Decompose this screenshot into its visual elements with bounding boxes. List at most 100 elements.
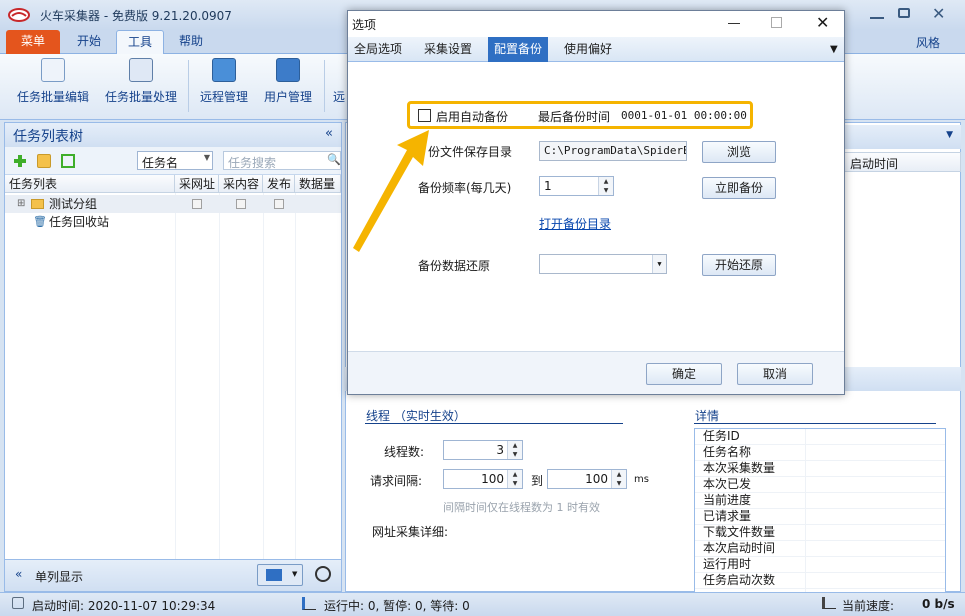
maximize-icon[interactable] bbox=[771, 17, 782, 28]
restore-icon[interactable] bbox=[898, 8, 910, 18]
browse-button[interactable]: 浏览 bbox=[702, 141, 776, 163]
list-item: 本次启动时间 bbox=[695, 541, 945, 557]
search-icon[interactable]: 🔍 bbox=[327, 153, 341, 166]
grid-line bbox=[219, 193, 220, 559]
task-grid-header: 任务列表 采网址 采内容 发布 数据量 bbox=[5, 175, 341, 193]
restore-select[interactable]: ▼ bbox=[539, 254, 667, 274]
ok-button[interactable]: 确定 bbox=[646, 363, 722, 385]
list-item: 任务启动次数 bbox=[695, 573, 945, 589]
remote-manage-button[interactable]: 远程管理 bbox=[196, 58, 252, 116]
list-item: 已请求量 bbox=[695, 509, 945, 525]
batch-edit-button[interactable]: 任务批量编辑 bbox=[14, 58, 92, 116]
details-list: 任务ID 任务名称 本次采集数量 本次已发 当前进度 已请求量 下载文件数量 本… bbox=[694, 428, 946, 593]
frequency-stepper[interactable]: 1 ▲ ▼ bbox=[539, 176, 614, 196]
section-underline bbox=[365, 423, 623, 424]
table-row[interactable]: ⊞ 测试分组 bbox=[5, 195, 341, 213]
table-row[interactable]: 🗑 任务回收站 bbox=[5, 213, 341, 231]
chevron-down-icon[interactable]: ▼ bbox=[946, 130, 953, 140]
spin-arrows-icon[interactable]: ▲ ▼ bbox=[507, 441, 522, 459]
backup-now-button[interactable]: 立即备份 bbox=[702, 177, 776, 199]
thread-count-stepper[interactable]: 3 ▲ ▼ bbox=[443, 440, 523, 460]
task-filter-value: 任务名 bbox=[142, 156, 179, 170]
dialog-title: 选项 bbox=[352, 18, 377, 32]
style-menu[interactable]: 风格 bbox=[916, 34, 940, 51]
batch-edit-icon bbox=[41, 58, 65, 82]
tree-view-button[interactable]: ▼ bbox=[257, 564, 303, 586]
publish-checkbox[interactable] bbox=[274, 199, 284, 209]
start-restore-button[interactable]: 开始还原 bbox=[702, 254, 776, 276]
tab-preferences[interactable]: 使用偏好 bbox=[558, 37, 618, 62]
tab-menu[interactable]: 菜单 bbox=[6, 30, 60, 54]
spin-arrows-icon[interactable]: ▲ ▼ bbox=[611, 470, 626, 488]
right-panel-header: ▼ bbox=[843, 125, 961, 149]
user-manage-button[interactable]: 用户管理 bbox=[260, 58, 316, 116]
tab-global-options[interactable]: 全局选项 bbox=[348, 37, 408, 62]
spin-arrows-icon[interactable]: ▲ ▼ bbox=[598, 177, 613, 195]
chevron-down-icon[interactable]: ▼ bbox=[830, 44, 838, 55]
status-bar: 启动时间: 2020-11-07 10:29:34 运行中: 0, 暂停: 0,… bbox=[0, 592, 965, 616]
bar-chart-icon bbox=[302, 597, 316, 610]
arrow-annotation-icon bbox=[353, 130, 429, 252]
grid-line bbox=[175, 193, 176, 559]
task-search-input[interactable]: 任务搜索 bbox=[223, 151, 341, 170]
details-title: 详情 bbox=[695, 409, 720, 423]
ribbon-separator bbox=[324, 60, 325, 112]
task-tree-toolbar: 任务名 ▼ 任务搜索 🔍 bbox=[5, 147, 341, 175]
interval-to-stepper[interactable]: 100 ▲ ▼ bbox=[547, 469, 627, 489]
single-column-icon[interactable]: « bbox=[15, 567, 22, 581]
col-collect-content[interactable]: 采内容 bbox=[219, 175, 263, 193]
interval-unit: ms bbox=[634, 474, 649, 485]
cancel-button[interactable]: 取消 bbox=[737, 363, 813, 385]
app-title: 火车采集器 - 免费版 9.21.20.0907 bbox=[40, 9, 232, 23]
list-item: 本次已发 bbox=[695, 477, 945, 493]
single-column-label[interactable]: 单列显示 bbox=[35, 568, 83, 585]
minimize-icon[interactable] bbox=[870, 7, 884, 19]
chevron-down-icon[interactable]: ▼ bbox=[652, 255, 666, 273]
tab-collect-settings[interactable]: 采集设置 bbox=[418, 37, 478, 62]
add-icon[interactable] bbox=[13, 154, 27, 168]
ribbon-separator bbox=[188, 60, 189, 112]
batch-process-button[interactable]: 任务批量处理 bbox=[102, 58, 180, 116]
col-start-time[interactable]: 启动时间 bbox=[843, 152, 961, 172]
interval-from-stepper[interactable]: 100 ▲ ▼ bbox=[443, 469, 523, 489]
section-underline bbox=[694, 423, 936, 424]
hierarchy-icon bbox=[266, 569, 282, 581]
tab-tools[interactable]: 工具 bbox=[116, 30, 164, 54]
close-icon[interactable]: ✕ bbox=[932, 4, 945, 23]
thread-section-title: 线程 （实时生效） bbox=[366, 409, 466, 423]
speed-icon bbox=[822, 597, 836, 609]
expand-icon[interactable] bbox=[61, 154, 75, 168]
recycle-bin-name: 任务回收站 bbox=[49, 215, 110, 229]
col-task-list[interactable]: 任务列表 bbox=[5, 175, 175, 193]
grid-line bbox=[295, 193, 296, 559]
tab-help[interactable]: 帮助 bbox=[168, 30, 214, 54]
remote-manage-label: 远程管理 bbox=[199, 90, 248, 104]
frequency-value: 1 bbox=[544, 179, 552, 193]
chevron-down-icon[interactable]: ▼ bbox=[292, 570, 297, 578]
tab-start[interactable]: 开始 bbox=[66, 30, 112, 54]
collect-url-checkbox[interactable] bbox=[192, 199, 202, 209]
tab-config-backup[interactable]: 配置备份 bbox=[488, 37, 549, 62]
folder-icon[interactable] bbox=[37, 154, 51, 168]
spin-arrows-icon[interactable]: ▲ ▼ bbox=[507, 470, 522, 488]
close-icon[interactable]: ✕ bbox=[816, 13, 829, 32]
tree-expand-icon[interactable]: ⊞ bbox=[17, 195, 25, 213]
collect-content-checkbox[interactable] bbox=[236, 199, 246, 209]
task-filter-select[interactable]: 任务名 ▼ bbox=[137, 151, 213, 170]
monitor-icon bbox=[212, 58, 236, 82]
chevron-down-icon[interactable]: ▼ bbox=[204, 153, 210, 162]
user-icon bbox=[276, 58, 300, 82]
clock-icon[interactable] bbox=[315, 566, 331, 582]
col-data-count[interactable]: 数据量 bbox=[295, 175, 341, 193]
col-publish[interactable]: 发布 bbox=[263, 175, 295, 193]
open-backup-dir-link[interactable]: 打开备份目录 bbox=[539, 215, 611, 232]
minimize-icon[interactable] bbox=[728, 23, 740, 24]
thread-count-label: 线程数: bbox=[384, 445, 425, 459]
collapse-icon[interactable]: « bbox=[325, 126, 333, 141]
task-tree-title: 任务列表树 bbox=[13, 129, 83, 145]
save-dir-field[interactable]: C:\ProgramData\SpiderBac bbox=[539, 141, 687, 161]
user-manage-label: 用户管理 bbox=[263, 90, 312, 104]
list-item: 当前进度 bbox=[695, 493, 945, 509]
list-item: 运行用时 bbox=[695, 557, 945, 573]
col-collect-url[interactable]: 采网址 bbox=[175, 175, 219, 193]
